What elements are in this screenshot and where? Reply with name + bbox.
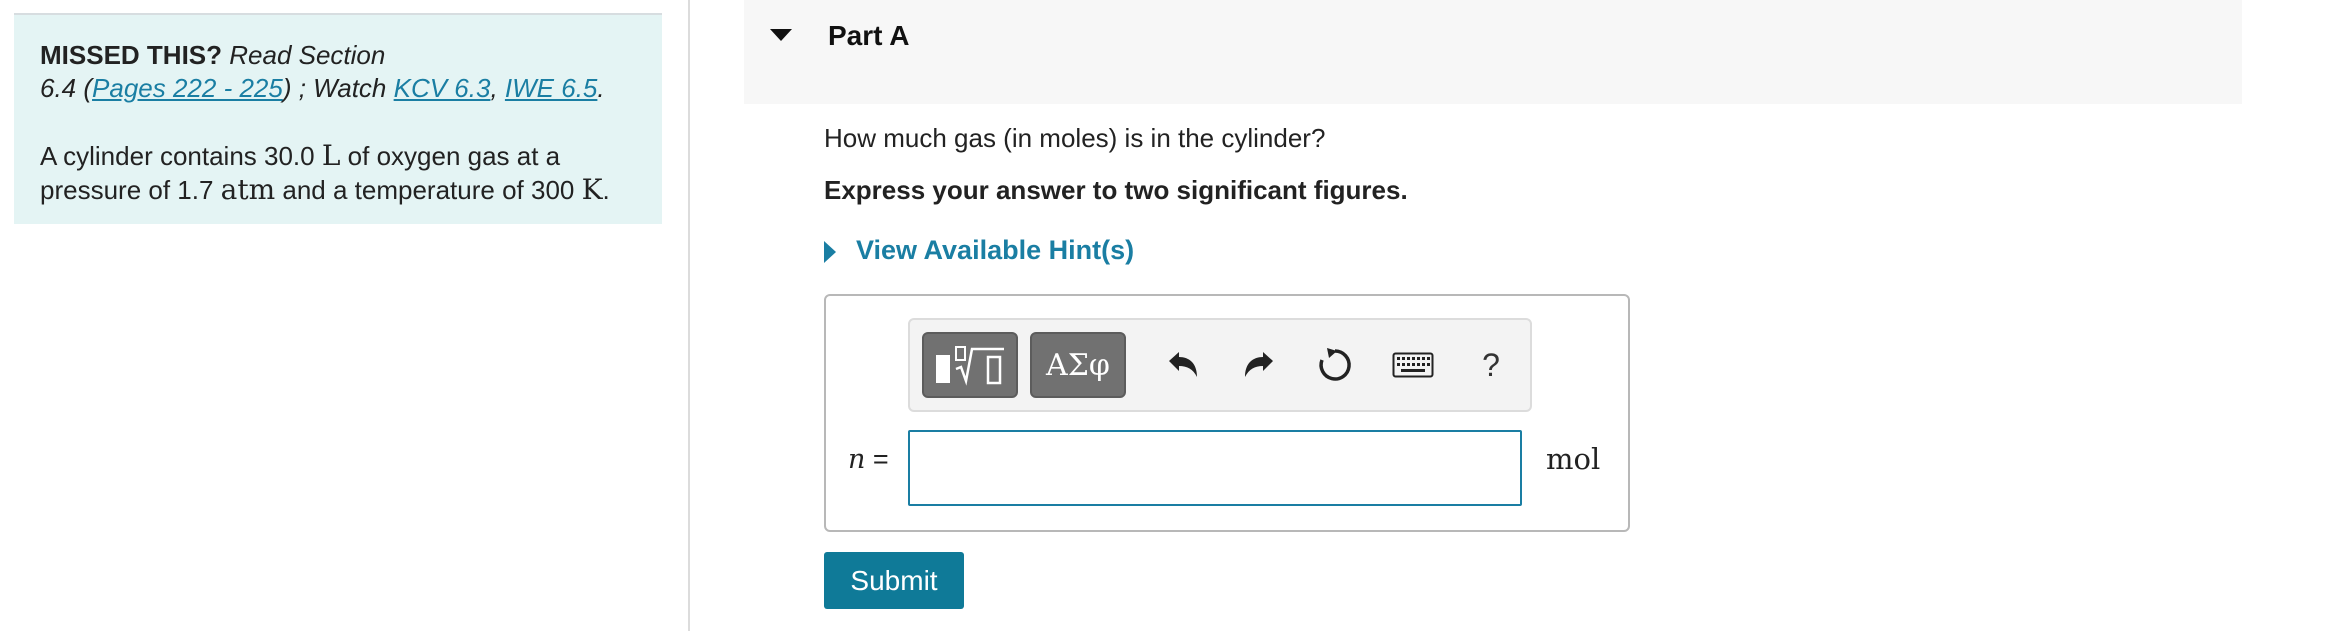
equals-sign: = bbox=[865, 444, 889, 474]
read-section-text: Read Section bbox=[229, 40, 386, 70]
submit-button[interactable]: Submit bbox=[824, 552, 964, 609]
kcv-link[interactable]: KCV 6.3 bbox=[394, 73, 491, 103]
help-button[interactable]: ? bbox=[1466, 340, 1516, 390]
templates-icon bbox=[936, 346, 1004, 386]
question-text: How much gas (in moles) is in the cylind… bbox=[824, 123, 1326, 153]
reset-icon[interactable] bbox=[1310, 340, 1360, 390]
greek-symbols-button[interactable]: ΑΣφ bbox=[1030, 332, 1126, 398]
math-toolbar: ΑΣφ ? bbox=[908, 318, 1532, 412]
unit-liters: L bbox=[321, 139, 341, 172]
redo-icon[interactable] bbox=[1234, 340, 1284, 390]
keyboard-icon[interactable] bbox=[1388, 340, 1438, 390]
part-title: Part A bbox=[828, 20, 910, 51]
period: . bbox=[597, 73, 605, 103]
comma-separator: , bbox=[490, 73, 505, 103]
unit-label: mol bbox=[1546, 442, 1601, 476]
problem-text-1: A cylinder contains 30.0 bbox=[40, 141, 322, 171]
hint-label: View Available Hint(s) bbox=[856, 235, 1135, 265]
undo-icon[interactable] bbox=[1158, 340, 1208, 390]
templates-button[interactable] bbox=[922, 332, 1018, 398]
missed-label: MISSED THIS? bbox=[40, 40, 223, 70]
iwe-link[interactable]: IWE 6.5 bbox=[505, 73, 597, 103]
vertical-divider bbox=[688, 0, 690, 631]
answer-input[interactable] bbox=[908, 430, 1522, 506]
variable-label: n = bbox=[848, 444, 889, 475]
watch-text: ) ; Watch bbox=[282, 73, 394, 103]
unit-kelvin: K bbox=[581, 173, 603, 206]
missed-this-panel: MISSED THIS? Read Section 6.4 (Pages 222… bbox=[14, 13, 662, 224]
instruction-text: Express your answer to two significant f… bbox=[824, 175, 1408, 205]
problem-text-3: and a temperature of 300 bbox=[275, 175, 582, 205]
problem-end: . bbox=[602, 175, 610, 205]
part-header[interactable]: Part A bbox=[744, 0, 2242, 104]
collapse-caret-icon[interactable] bbox=[770, 29, 792, 41]
problem-statement: A cylinder contains 30.0 L of oxygen gas… bbox=[40, 139, 636, 207]
variable-name: n bbox=[848, 444, 866, 475]
unit-atm: atm bbox=[220, 173, 276, 206]
section-number: 6.4 ( bbox=[40, 73, 93, 103]
pages-link[interactable]: Pages 222 - 225 bbox=[92, 73, 283, 103]
missed-this-line: MISSED THIS? Read Section 6.4 (Pages 222… bbox=[40, 39, 636, 105]
answer-box: ΑΣφ ? n = mol bbox=[824, 294, 1630, 532]
expand-caret-icon bbox=[824, 240, 836, 263]
view-hints-toggle[interactable]: View Available Hint(s) bbox=[824, 235, 1134, 266]
